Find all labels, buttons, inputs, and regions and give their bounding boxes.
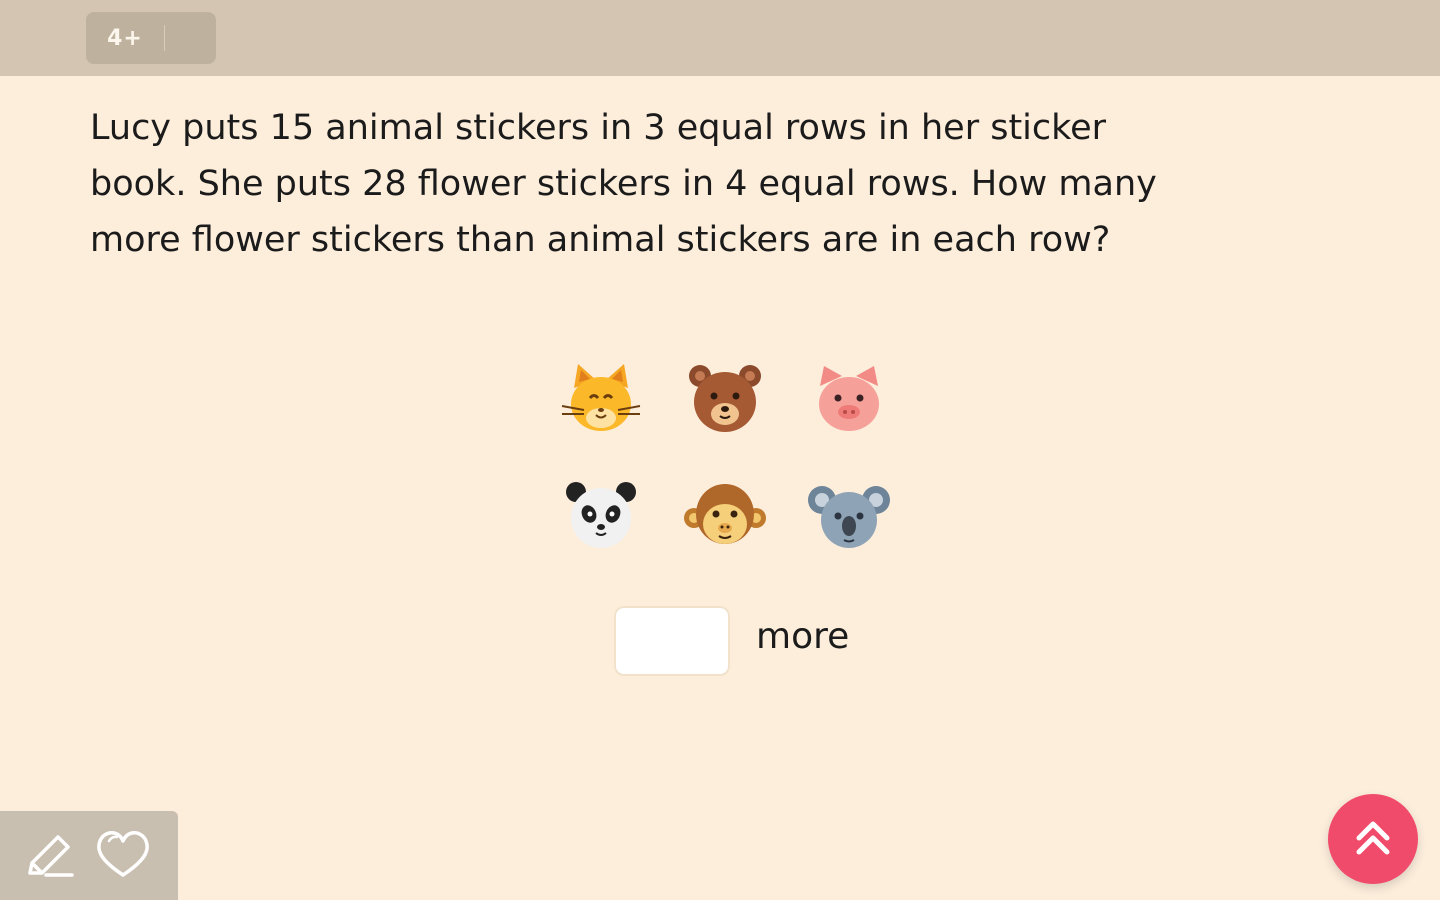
question-text: Lucy puts 15 animal stickers in 3 equal …	[90, 108, 1157, 260]
cat-face-icon	[561, 364, 641, 431]
tool-panel	[0, 811, 178, 900]
sticker-grid	[540, 358, 900, 590]
scroll-up-button[interactable]	[1328, 794, 1418, 884]
sticker-row	[560, 474, 890, 554]
grade-label: 4+	[107, 25, 143, 51]
pig-face-icon	[819, 366, 879, 431]
koala-face-icon	[808, 486, 890, 548]
panda-face-icon	[566, 482, 636, 548]
bear-face-icon	[689, 365, 761, 432]
sticker-row	[560, 358, 890, 438]
top-bar: 4+	[0, 0, 1440, 76]
monkey-face-icon	[684, 484, 766, 544]
double-chevron-up-icon	[1356, 821, 1390, 855]
pencil-icon[interactable]	[18, 825, 80, 887]
grade-divider	[164, 25, 165, 51]
answer-input[interactable]	[614, 606, 730, 676]
heart-icon[interactable]	[92, 823, 154, 885]
answer-unit-label: more	[756, 616, 850, 657]
grade-badge[interactable]: 4+	[86, 12, 216, 64]
